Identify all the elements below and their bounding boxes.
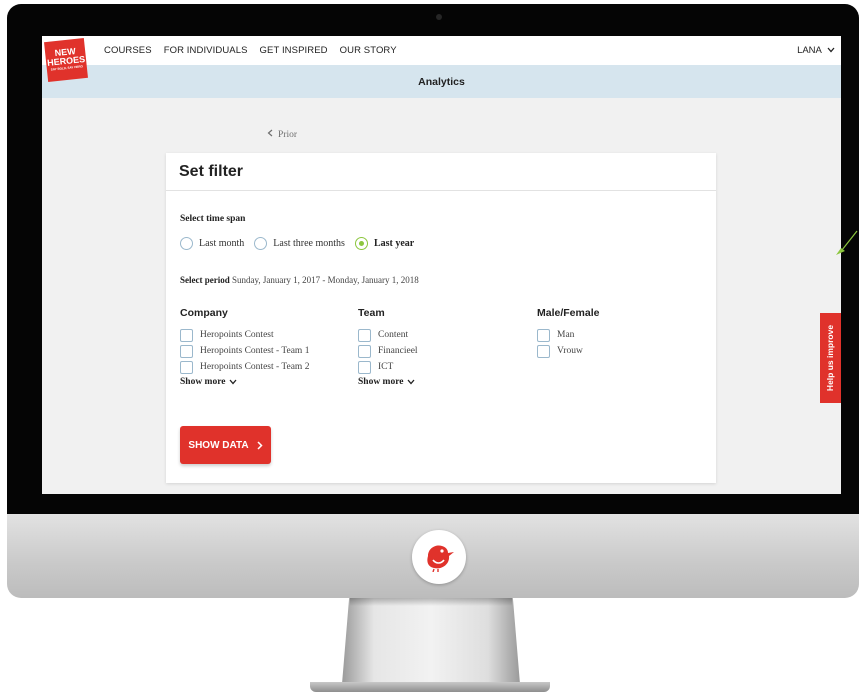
show-more-button[interactable]: Show more [180, 377, 309, 387]
show-data-label: SHOW DATA [188, 439, 249, 451]
nav-link-courses[interactable]: COURSES [104, 45, 152, 56]
time-span-radios: Last month Last three months Last year [180, 237, 424, 250]
period-value: Sunday, January 1, 2017 - Monday, Januar… [232, 275, 419, 285]
column-heading: Team [358, 307, 385, 319]
nav-link-for-individuals[interactable]: FOR INDIVIDUALS [164, 45, 248, 56]
card-divider [166, 190, 716, 191]
bird-logo-icon [412, 530, 466, 584]
checkbox-item[interactable]: Man [537, 327, 599, 343]
period-label: Select period [180, 275, 230, 285]
radio-label: Last year [373, 238, 415, 249]
chevron-down-icon [827, 47, 835, 53]
camera-dot [436, 14, 442, 20]
chevron-left-icon [267, 129, 273, 137]
checkbox-label: Heropoints Contest - Team 2 [200, 362, 310, 372]
brand-logo[interactable]: NEW HEROES SAY BOLD, SAY HERO [44, 38, 88, 82]
user-menu[interactable]: LANA [797, 45, 835, 56]
radio-button[interactable] [254, 237, 268, 250]
nav-links: COURSES FOR INDIVIDUALS GET INSPIRED OUR… [104, 45, 397, 56]
show-data-button[interactable]: SHOW DATA [180, 426, 271, 464]
checkbox-label: Financieel [378, 346, 418, 356]
checkbox[interactable] [358, 344, 371, 358]
column-heading: Company [180, 307, 228, 319]
pointer-arrow-icon [836, 230, 858, 255]
checkbox[interactable] [358, 360, 371, 374]
checkbox-item[interactable]: Heropoints Contest - Team 2 [180, 359, 309, 375]
radio-last-three-months[interactable]: Last three months [254, 237, 345, 250]
radio-button[interactable] [180, 237, 193, 250]
show-more-label: Show more [180, 377, 226, 387]
show-more-button[interactable]: Show more [358, 377, 418, 387]
checkbox[interactable] [180, 328, 193, 342]
radio-label: Last three months [273, 238, 345, 249]
help-tab-label: Help us improve [825, 324, 836, 392]
team-filter: Team Content Financieel ICT Show more [358, 307, 418, 387]
checkbox-label: Heropoints Contest [200, 330, 274, 340]
stand-base [310, 682, 550, 692]
card-title: Set filter [179, 163, 244, 180]
checkbox[interactable] [358, 328, 371, 342]
checkbox[interactable] [180, 360, 193, 374]
checkbox-label: Vrouw [557, 346, 583, 356]
checkbox-label: Content [378, 330, 409, 340]
checkbox-item[interactable]: Financieel [358, 343, 418, 359]
select-period: Select period Sunday, January 1, 2017 - … [180, 275, 419, 285]
checkbox[interactable] [180, 344, 193, 358]
page-title: Analytics [418, 76, 465, 88]
chevron-down-icon [407, 379, 415, 385]
screen: COURSES FOR INDIVIDUALS GET INSPIRED OUR… [42, 36, 841, 494]
filter-card: Set filter Select time span Last month L… [166, 153, 716, 483]
user-name: LANA [797, 45, 822, 56]
nav-link-our-story[interactable]: OUR STORY [340, 45, 397, 56]
checkbox-item[interactable]: Heropoints Contest [180, 327, 309, 343]
checkbox-label: ICT [378, 362, 394, 372]
radio-button-selected[interactable] [354, 237, 368, 250]
checkbox-label: Man [557, 330, 575, 340]
checkbox-item[interactable]: ICT [358, 359, 418, 375]
checkbox-item[interactable]: Content [358, 327, 418, 343]
prior-label: Prior [278, 130, 297, 140]
checkbox-item[interactable]: Heropoints Contest - Team 1 [180, 343, 309, 359]
prior-link[interactable]: Prior [267, 129, 297, 140]
top-navigation: COURSES FOR INDIVIDUALS GET INSPIRED OUR… [42, 36, 841, 65]
time-span-label: Select time span [180, 214, 246, 224]
radio-last-year[interactable]: Last year [354, 237, 415, 250]
monitor-stand [342, 598, 520, 684]
chevron-down-icon [229, 379, 237, 385]
show-more-label: Show more [358, 377, 404, 387]
company-filter: Company Heropoints Contest Heropoints Co… [180, 307, 309, 387]
checkbox[interactable] [537, 344, 550, 358]
checkbox[interactable] [537, 328, 550, 342]
checkbox-label: Heropoints Contest - Team 1 [200, 346, 310, 356]
stand-shadow [350, 598, 512, 606]
gender-filter: Male/Female Man Vrouw [537, 307, 599, 359]
radio-last-month[interactable]: Last month [180, 237, 244, 250]
checkbox-item[interactable]: Vrouw [537, 343, 599, 359]
radio-label: Last month [199, 238, 245, 249]
nav-link-get-inspired[interactable]: GET INSPIRED [260, 45, 328, 56]
column-heading: Male/Female [537, 307, 600, 319]
chevron-right-icon [257, 440, 263, 450]
help-us-improve-tab[interactable]: Help us improve [820, 313, 841, 403]
analytics-bar: Analytics [42, 65, 841, 98]
